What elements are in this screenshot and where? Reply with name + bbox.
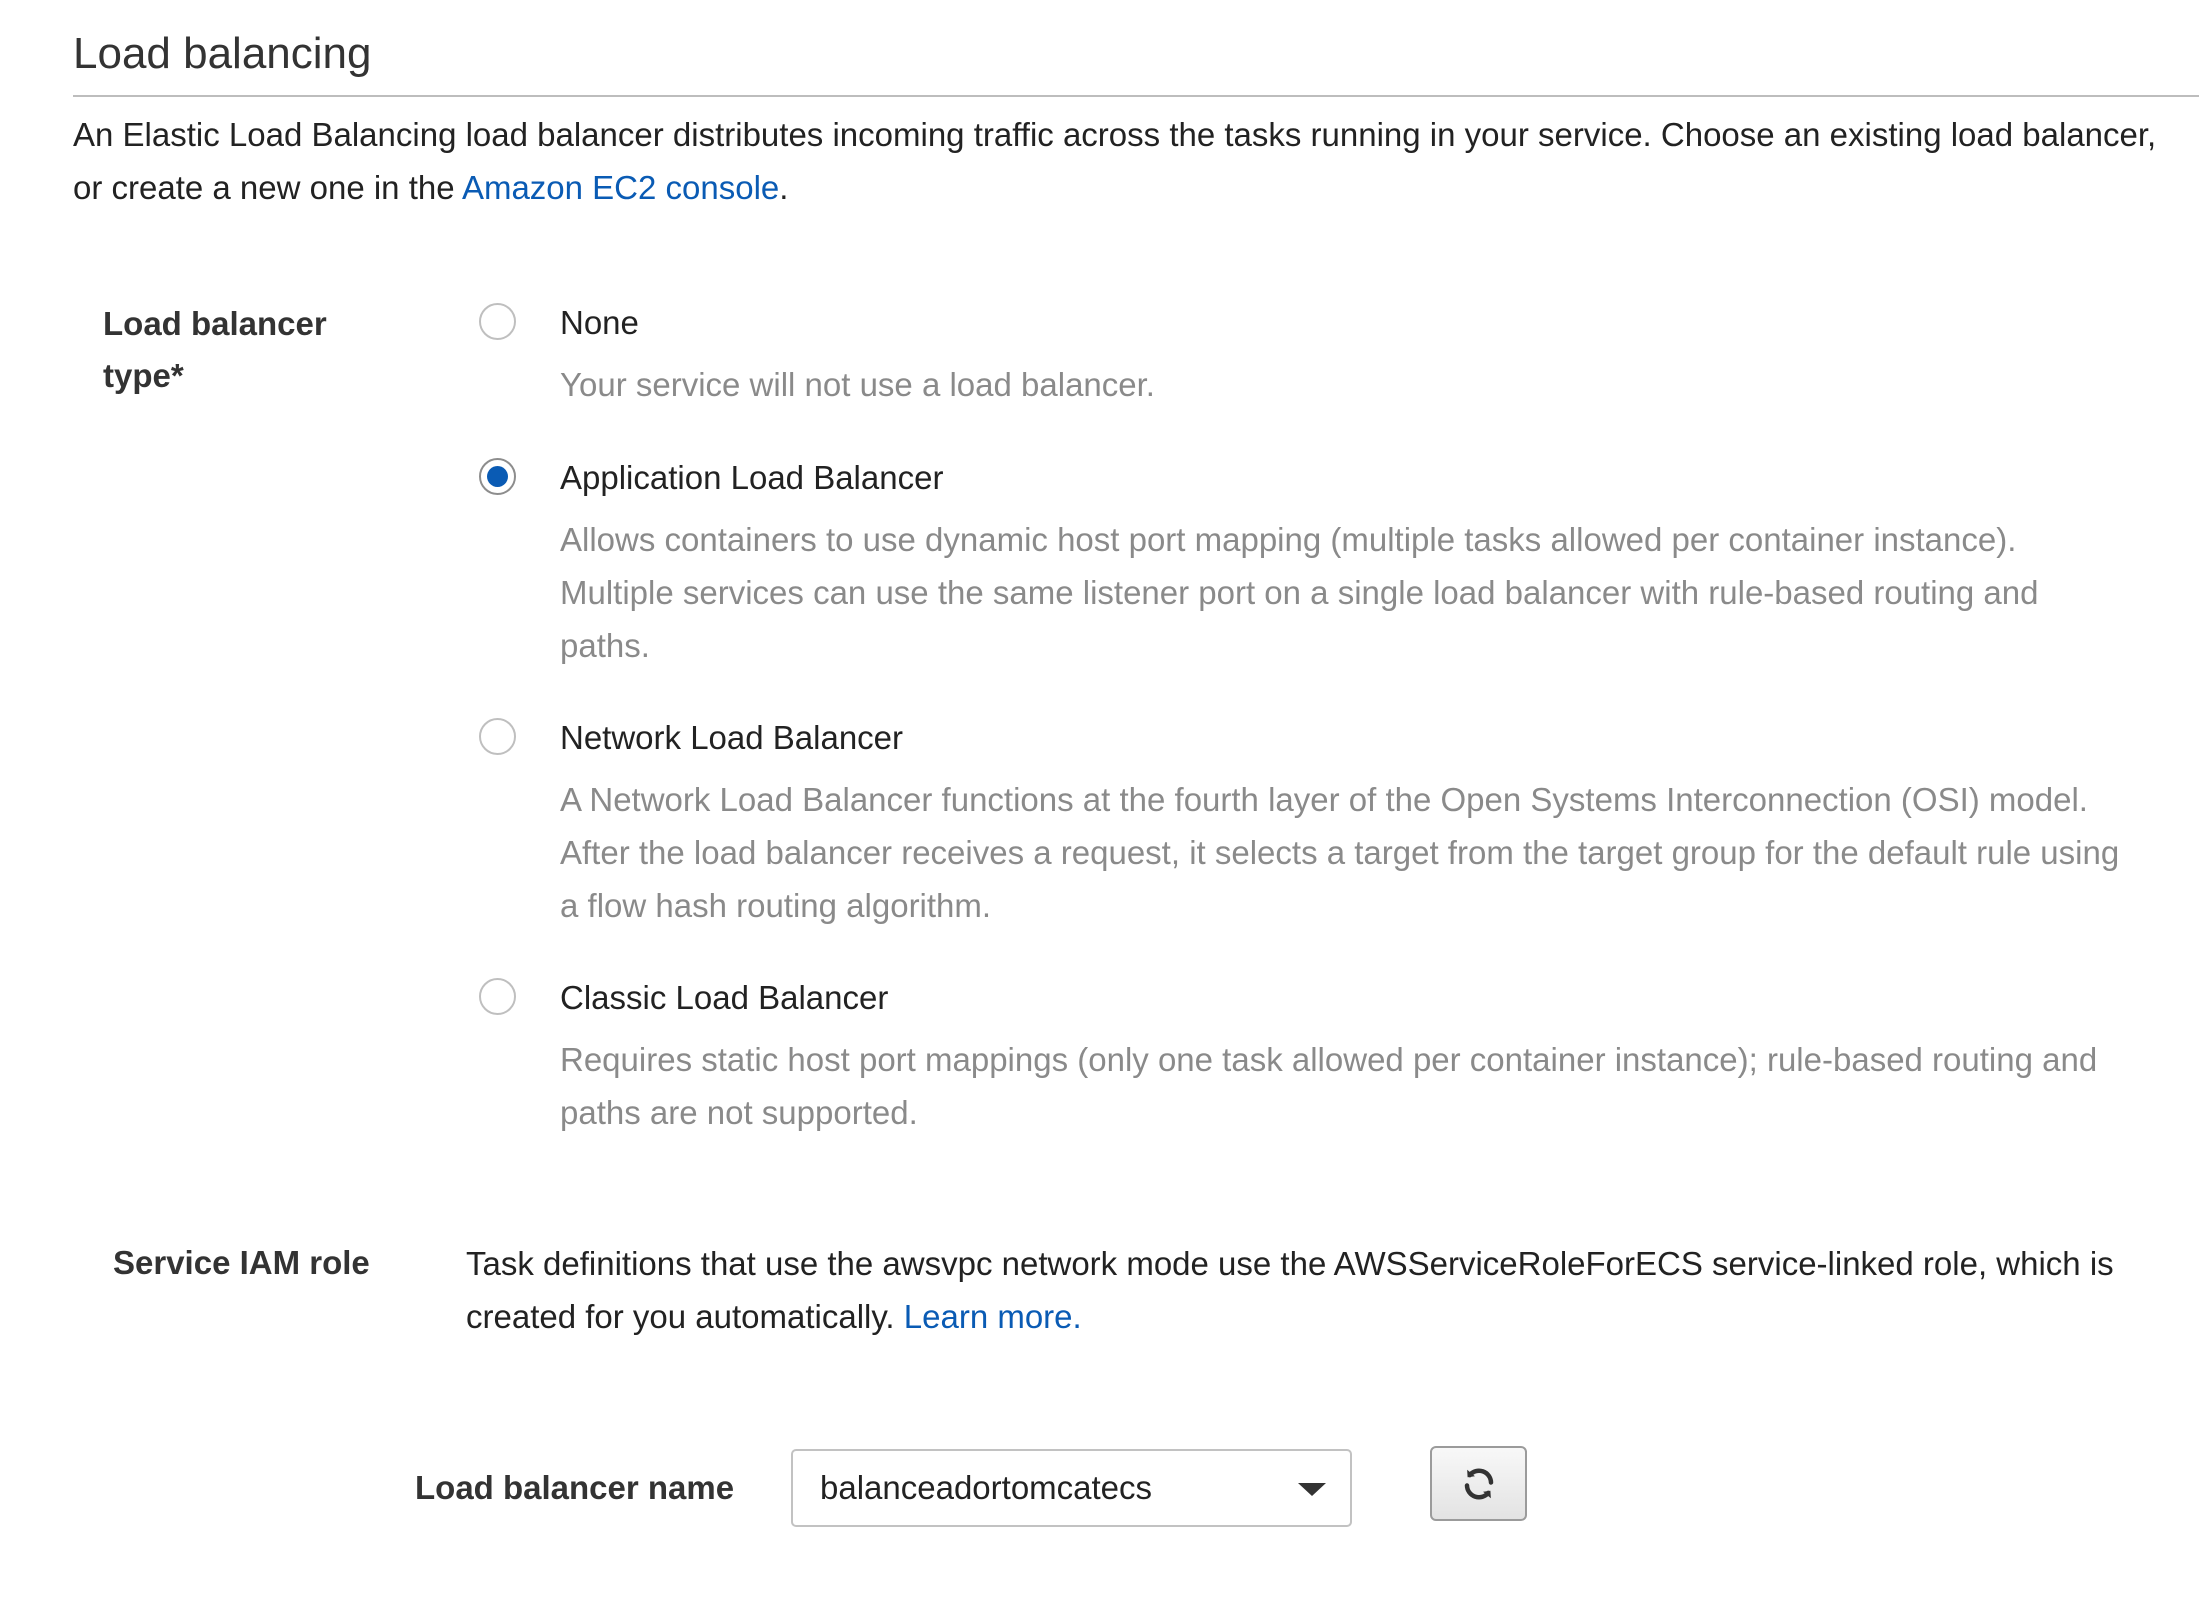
service-iam-role-label: Service IAM role — [113, 1244, 370, 1281]
radio-description-application-load-balancer: Allows containers to use dynamic host po… — [560, 521, 2039, 664]
radio-button-network-load-balancer[interactable] — [479, 718, 516, 755]
radio-option-none[interactable]: None Your service will not use a load ba… — [479, 298, 2119, 418]
description-text-after-link: . — [779, 169, 789, 206]
load-balancer-type-label-line-1: Load balancer — [103, 305, 327, 342]
load-balancer-name-label: Load balancer name — [415, 1469, 735, 1506]
load-balancing-section: Load balancing An Elastic Load Balancing… — [0, 0, 2199, 1605]
description-text-before-link: An Elastic Load Balancing load balancer … — [73, 116, 2157, 206]
selected-radio-dot — [487, 466, 508, 487]
refresh-load-balancers-button[interactable] — [1430, 1446, 1527, 1521]
radio-label-network-load-balancer: Network Load Balancer — [560, 719, 904, 756]
radio-label-classic-load-balancer: Classic Load Balancer — [560, 979, 889, 1016]
radio-label-application-load-balancer: Application Load Balancer — [560, 459, 944, 496]
radio-option-classic-load-balancer[interactable]: Classic Load Balancer Requires static ho… — [479, 973, 2119, 1143]
service-iam-role-description: Task definitions that use the awsvpc net… — [466, 1237, 2186, 1343]
load-balancer-type-label: Load balancer type* — [103, 298, 423, 402]
radio-option-network-load-balancer[interactable]: Network Load Balancer A Network Load Bal… — [479, 713, 2119, 943]
radio-button-none[interactable] — [479, 303, 516, 340]
load-balancer-type-label-line-2: type* — [103, 357, 184, 394]
radio-description-network-load-balancer: A Network Load Balancer functions at the… — [560, 781, 2120, 924]
amazon-ec2-console-link[interactable]: Amazon EC2 console — [462, 169, 779, 206]
section-description: An Elastic Load Balancing load balancer … — [73, 108, 2163, 214]
refresh-icon — [1464, 1468, 1494, 1500]
learn-more-link[interactable]: Learn more. — [904, 1298, 1082, 1335]
section-divider — [73, 95, 2199, 97]
radio-description-classic-load-balancer: Requires static host port mappings (only… — [560, 1041, 2098, 1131]
service-iam-role-text: Task definitions that use the awsvpc net… — [466, 1245, 2114, 1335]
radio-label-none: None — [560, 304, 639, 341]
radio-button-application-load-balancer[interactable] — [479, 458, 516, 495]
radio-button-classic-load-balancer[interactable] — [479, 978, 516, 1015]
radio-description-none: Your service will not use a load balance… — [560, 366, 1155, 403]
load-balancer-name-select[interactable]: balanceadortomcatecs — [791, 1449, 1352, 1527]
section-title: Load balancing — [73, 29, 372, 78]
load-balancer-name-selected-value: balanceadortomcatecs — [820, 1469, 1153, 1506]
radio-option-application-load-balancer[interactable]: Application Load Balancer Allows contain… — [479, 453, 2119, 683]
caret-down-icon — [1298, 1483, 1326, 1496]
